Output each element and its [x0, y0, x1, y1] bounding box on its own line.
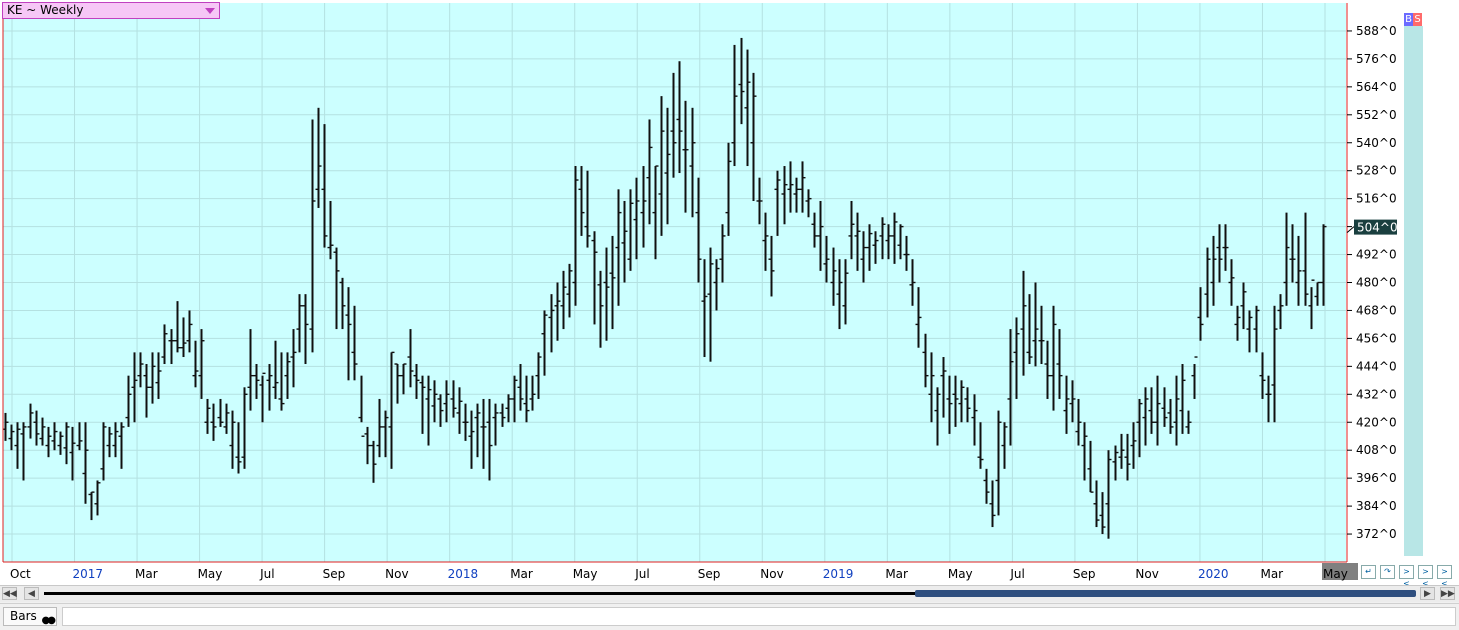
x-tick-label: Sep [698, 567, 721, 581]
price-axis: 372^0 384^0 396^0 408^0 420^0 432^0 444^0 456^0… [1347, 24, 1397, 541]
scroll-right-icon[interactable]: ▶ [1420, 587, 1435, 600]
y-tick-label: 540^0 [1356, 136, 1397, 150]
y-tick-label: 384^0 [1356, 499, 1397, 513]
y-tick-label: 516^0 [1356, 192, 1397, 206]
bars-tab-label: Bars [10, 609, 37, 623]
ohlc-chart[interactable]: 372^0 384^0 396^0 408^0 420^0 432^0 444^0 456^0… [0, 0, 1459, 585]
x-tick-label: May [1323, 567, 1348, 581]
x-tick-label: Nov [760, 567, 783, 581]
x-tick-label: May [198, 567, 223, 581]
bars-tab[interactable]: Bars ●● [3, 607, 57, 626]
y-tick-label: 492^0 [1356, 248, 1397, 262]
scroll-thumb[interactable] [915, 590, 1416, 597]
x-tick-label: Nov [1135, 567, 1158, 581]
zoom-in-icon[interactable]: >< [1399, 565, 1414, 588]
scroll-last-icon[interactable]: ▶▶ [1440, 587, 1455, 600]
scroll-left-icon[interactable]: ◀ [24, 587, 39, 600]
last-price-pointer [1346, 226, 1355, 233]
x-tick-label: Jul [1009, 567, 1024, 581]
symbol-selector[interactable]: KE ~ Weekly [2, 2, 220, 19]
x-tick-label: Nov [385, 567, 408, 581]
right-scale-strip [1404, 26, 1423, 556]
x-tick-label: Sep [1073, 567, 1096, 581]
x-tick-label: 2018 [448, 567, 479, 581]
x-tick-label: 2020 [1198, 567, 1229, 581]
x-tick-label: Mar [510, 567, 533, 581]
horizontal-scrollbar[interactable]: ◀◀ ◀ ▶ ▶▶ [0, 585, 1459, 602]
x-tick-label: May [948, 567, 973, 581]
glasses-icon: ●● [41, 615, 57, 626]
y-tick-label: 432^0 [1356, 387, 1397, 401]
time-axis: Oct 2017 Mar May Jul Sep Nov 2018 Mar May Jul Sep No… [10, 567, 1348, 581]
y-tick-label: 480^0 [1356, 276, 1397, 290]
y-tick-label: 468^0 [1356, 303, 1397, 317]
x-tick-label: Sep [323, 567, 346, 581]
last-price-label: 504^0 [1357, 221, 1398, 235]
y-tick-label: 408^0 [1356, 443, 1397, 457]
sell-button[interactable]: S [1413, 13, 1422, 26]
dropdown-arrow-icon[interactable] [205, 8, 215, 14]
x-tick-label: Jul [259, 567, 274, 581]
x-tick-label: May [573, 567, 598, 581]
y-tick-label: 456^0 [1356, 331, 1397, 345]
status-field [62, 607, 1456, 626]
x-tick-label: Mar [135, 567, 158, 581]
y-tick-label: 588^0 [1356, 24, 1397, 38]
y-tick-label: 576^0 [1356, 52, 1397, 66]
x-tick-label: Mar [1260, 567, 1283, 581]
zoom-out-icon[interactable]: >< [1418, 565, 1433, 588]
x-tick-label: 2017 [73, 567, 104, 581]
last-price-marker: 504^0 [1346, 219, 1398, 235]
y-tick-label: 564^0 [1356, 80, 1397, 94]
x-tick-label: Jul [634, 567, 649, 581]
symbol-label: KE ~ Weekly [7, 3, 84, 17]
x-tick-label: Oct [10, 567, 31, 581]
buy-button[interactable]: B [1404, 13, 1413, 26]
y-tick-label: 444^0 [1356, 359, 1397, 373]
chart-frame: 372^0 384^0 396^0 408^0 420^0 432^0 444^0 456^0… [0, 0, 1459, 588]
zoom-reset-icon[interactable]: >< [1437, 565, 1452, 588]
scroll-start-icon[interactable]: ↵ [1361, 565, 1376, 579]
y-tick-label: 420^0 [1356, 415, 1397, 429]
x-tick-label: 2019 [823, 567, 854, 581]
x-tick-label: Mar [885, 567, 908, 581]
scroll-end-icon[interactable]: ↷ [1380, 565, 1395, 579]
y-tick-label: 552^0 [1356, 108, 1397, 122]
y-tick-label: 396^0 [1356, 471, 1397, 485]
scroll-first-icon[interactable]: ◀◀ [2, 587, 17, 600]
status-bar: Bars ●● [0, 603, 1459, 630]
y-tick-label: 372^0 [1356, 527, 1397, 541]
y-tick-label: 528^0 [1356, 164, 1397, 178]
